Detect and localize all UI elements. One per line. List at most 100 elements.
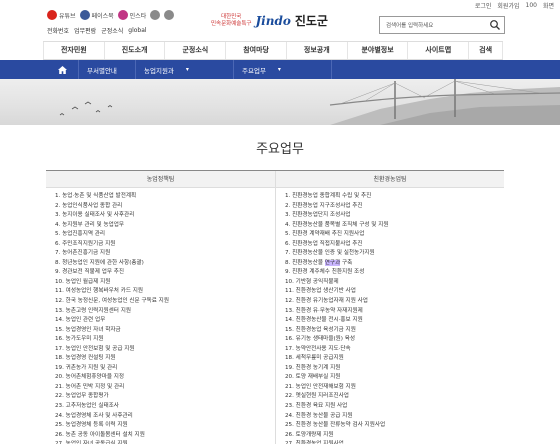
list-item: 1. 친환경농업 종합계획 수립 및 추진 (285, 193, 372, 199)
logo-brand: Jindo (255, 13, 291, 28)
column-header: 농업정책팀 (46, 171, 275, 188)
search-box[interactable]: 검색어를 입력하세요 (379, 16, 505, 34)
nav-item-participation[interactable]: 참여마당 (226, 42, 287, 59)
location-depth2[interactable]: 농업지원과 ▾ (136, 60, 234, 79)
facebook-link[interactable]: 페이스북 (79, 10, 114, 20)
list-item: 20. 농어촌체험휴양마을 지정 (55, 374, 125, 381)
youtube-icon (47, 10, 57, 20)
list-item: 17. 농업인 안전보험 및 공급 지원 (55, 345, 135, 352)
nav-item-search[interactable]: 검색 (469, 42, 503, 59)
nav-item-fields[interactable]: 분야별정보 (348, 42, 409, 59)
blog-icon (150, 10, 161, 20)
list-item: 15. 농업경영인 자녀 학자금 (55, 326, 121, 333)
list-item: 7. 친환경농산물 인증 및 실천농가지원 (285, 250, 375, 257)
list-item: 7. 농어촌진흥기금 지원 (55, 250, 111, 257)
list-item: 17. 농약안전사용 지도·단속 (285, 345, 351, 352)
zoom-value: 100 (525, 1, 537, 9)
list-item: 6. 친환경농업 직접지불사업 추진 (285, 240, 363, 247)
highlighted-text: 연구과 (324, 259, 341, 266)
sublink-global[interactable]: global (128, 27, 146, 34)
list-item: 12. 한국 농정신문, 여성농업인 신문 구독료 지원 (55, 298, 169, 305)
list-item: 14. 친환경농산물 전시·홍보 지원 (285, 317, 363, 324)
list-item: 2. 친환경농업 지구조성사업 추진 (285, 202, 363, 209)
list-item: 25. 농업경영체 등록 이력 지원 (55, 422, 128, 429)
list-item: 26. 토양개량제 지원 (285, 431, 334, 438)
instagram-icon (117, 10, 128, 20)
login-link[interactable]: 로그인 (475, 1, 492, 10)
list-item: 27. 친환경농업 지원사업 (285, 440, 504, 444)
site-logo[interactable]: 대한민국 민속문화예술특구 Jindo 진도군 (211, 12, 328, 29)
list-item: 23. 고추저농업인 실태조사 (55, 403, 119, 410)
list-item: 19. 친환경 농기계 지원 (285, 364, 341, 371)
duties-table: 농업정책팀 1. 농업·농촌 및 식품산업 발전계획 2. 농업인식품사업 종합 … (46, 170, 504, 444)
nav-item-civil[interactable]: 전자민원 (43, 42, 105, 59)
list-item: 26. 농촌 공동 아이돌봄센터 설치 지원 (55, 431, 145, 438)
location-depth3[interactable]: 주요업무 ▾ (234, 60, 332, 79)
join-link[interactable]: 회원가입 (497, 1, 519, 10)
chevron-down-icon: ▾ (277, 66, 281, 73)
list-item: 16. 농가도우미 지원 (55, 336, 104, 343)
list-item: 2. 농업인식품사업 종합 관리 (55, 202, 123, 209)
list-item: 24. 농업경영체 조사 및 사후관리 (55, 412, 133, 419)
list-item: 4. 농지원부 관리 및 농업업무 (55, 221, 125, 228)
list-item: 18. 세척무릎미 공급지원 (285, 355, 344, 362)
list-item: 10. 농업인 월급제 지원 (55, 278, 111, 285)
list-item: 5. 농업진흥지역 관리 (55, 231, 106, 238)
social-links: 유튜브 페이스북 인스타 (47, 10, 175, 20)
blog-link[interactable] (150, 10, 161, 20)
youtube-link[interactable]: 유튜브 (47, 10, 76, 20)
list-item: 3. 친환경농업단지 조성사업 (285, 212, 351, 219)
list-item: 13. 친환경 유·무농약 자재지원제 (285, 307, 363, 314)
sublink-news[interactable]: 군정소식 (101, 26, 123, 35)
table-column-policy: 농업정책팀 1. 농업·농촌 및 식품산업 발전계획 2. 농업인식품사업 종합 … (46, 171, 275, 444)
main-nav: 전자민원 진도소개 군정소식 참여마당 정보공개 분야별정보 사이트맵 검색 (43, 41, 503, 60)
list-item: 14. 농업인 관련 업무 (55, 317, 106, 324)
list-item: 23. 친환경 육묘 지원 사업 (285, 403, 348, 410)
nav-item-intro[interactable]: 진도소개 (105, 42, 166, 59)
list-item: 12. 친환경 유기농업자재 지원 사업 (285, 298, 368, 305)
instagram-link[interactable]: 인스타 (117, 10, 146, 20)
reset-link[interactable]: 화면 (543, 1, 554, 10)
sublink-manual[interactable]: 업무편람 (74, 26, 96, 35)
page-title: 주요업무 (256, 142, 304, 157)
location-depth1[interactable]: 부서별안내 (79, 60, 136, 79)
list-item: 4. 친환경농산물 품목별 조직체 구성 및 지원 (285, 221, 389, 228)
list-item: 22. 옛실현원 지러조진사업 (285, 393, 349, 400)
list-item: 10. 기반형 공익직불제 (285, 278, 339, 285)
list-item: 18. 농업경영 컨설팅 지원 (55, 355, 116, 362)
search-input[interactable]: 검색어를 입력하세요 (386, 21, 433, 29)
list-item: 21. 농어촌 민박 지정 및 관리 (55, 383, 125, 390)
list-item: 22. 농업업무 종합평가 (55, 393, 109, 400)
search-icon[interactable] (489, 19, 501, 31)
list-item: 19. 귀촌농가 지원 및 관리 (55, 364, 118, 371)
home-icon (58, 65, 67, 74)
sub-links: 전화번호 업무편람 군정소식 global (47, 26, 147, 35)
list-item: 27. 농업인 자녀 공동급식 지원 (55, 440, 275, 444)
list-item: 6. 주민조직지원기금 지원 (55, 240, 116, 247)
logo-name: 진도군 (294, 14, 328, 28)
band-icon (164, 10, 175, 20)
duty-list: 1. 농업·농촌 및 식품산업 발전계획 2. 농업인식품사업 종합 관리 3. 농… (46, 188, 275, 444)
sublink-phone[interactable]: 전화번호 (47, 26, 69, 35)
facebook-icon (79, 10, 90, 20)
nav-item-sitemap[interactable]: 사이트맵 (408, 42, 470, 59)
column-header: 친환경농업팀 (276, 171, 504, 188)
list-item: 9. 경관보전 직불제 업무 추진 (55, 269, 125, 276)
band-link[interactable] (164, 10, 175, 20)
nav-item-news[interactable]: 군정소식 (165, 42, 227, 59)
list-item: 11. 친환경농업 생산기반 사업 (285, 288, 356, 295)
nav-item-info[interactable]: 정보공개 (287, 42, 348, 59)
list-item: 20. 토양 재배부실 지원 (285, 374, 341, 381)
list-item: 9. 친환경 계주체수 친환지원 조성 (285, 269, 365, 276)
location-bar: 부서별안내 농업지원과 ▾ 주요업무 ▾ (0, 60, 560, 79)
list-item: 24. 친환경 농산물 공급 지원 (285, 412, 353, 419)
chevron-down-icon: ▾ (185, 66, 189, 73)
home-button[interactable] (47, 60, 79, 79)
list-item: 1. 농업·농촌 및 식품산업 발전계획 (55, 193, 137, 199)
list-item: 21. 농업인 안전재해보험 지원 (285, 383, 356, 390)
utility-bar: 로그인 회원가입 100 화면 (475, 0, 554, 10)
list-item: 13. 농촌고령 인력지원센터 지원 (55, 307, 131, 314)
list-item: 8. 청년농업인 지원에 관한 사항(총괄) (55, 259, 144, 266)
list-item: 15. 친환경농업 육성기금 지원 (285, 326, 356, 333)
list-item: 3. 농지이용 실태조사 및 사후관리 (55, 212, 135, 219)
